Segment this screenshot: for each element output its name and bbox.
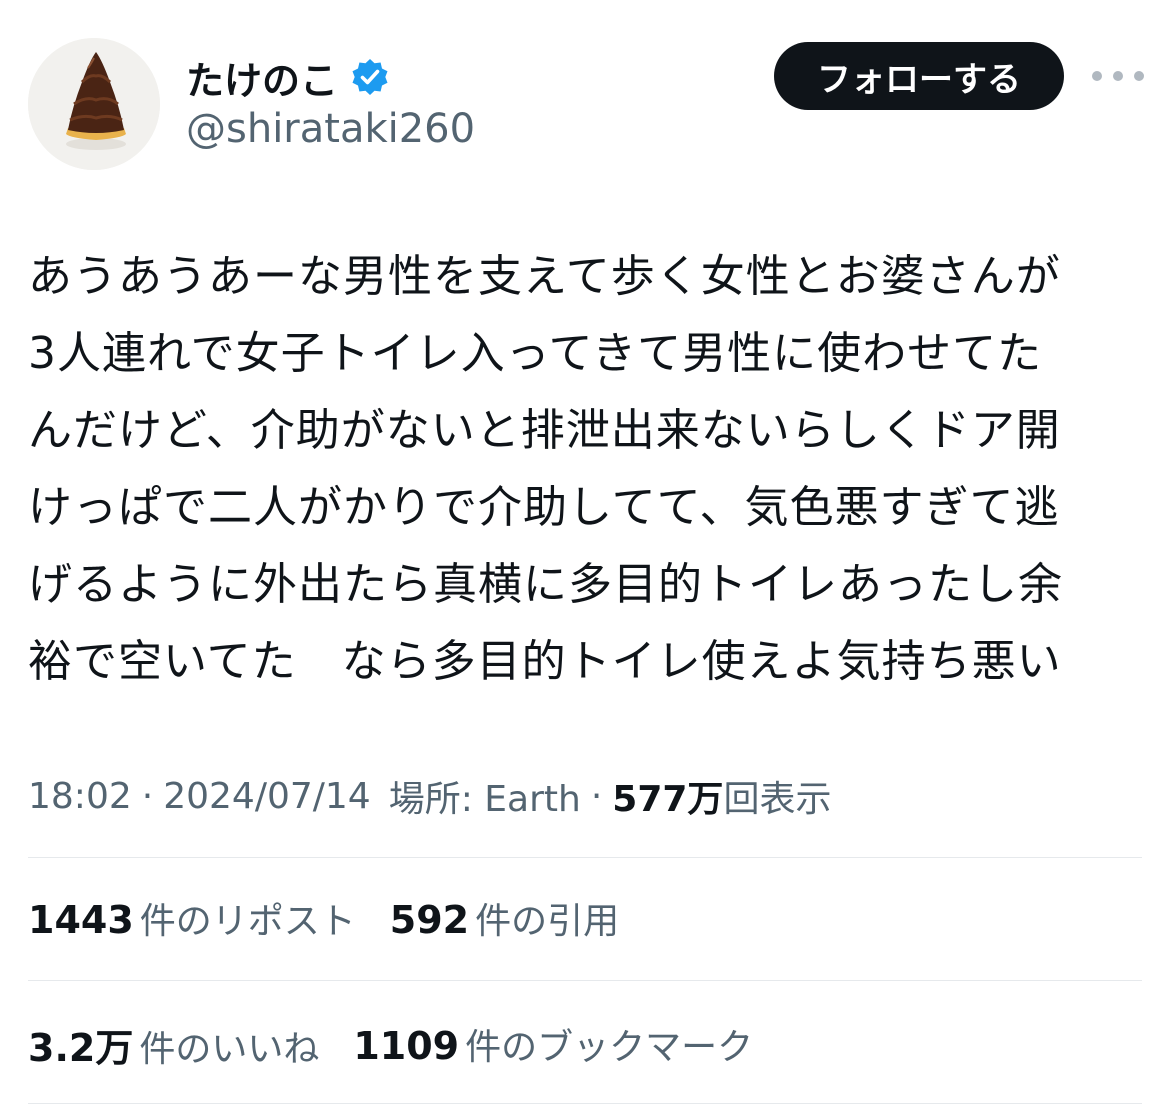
bamboo-shoot-avatar-image — [28, 38, 160, 170]
more-options-icon[interactable] — [1092, 56, 1144, 96]
reposts-label: 件のリポスト — [139, 901, 356, 942]
quotes-count: 592 — [389, 898, 470, 942]
tweet-date[interactable]: 2024/07/14 — [163, 776, 371, 817]
reposts-stat[interactable]: 1443 件のリポスト — [28, 892, 356, 944]
tweet-line: けっぱで二人がかりで介助してて、気色悪すぎて逃 — [28, 482, 1060, 533]
tweet-line: げるように外出たら真横に多目的トイレあったし余 — [28, 559, 1063, 610]
tweet-location: 場所: Earth — [388, 779, 581, 820]
reposts-count: 1443 — [28, 898, 134, 942]
tweet-line: 裕で空いてた なら多目的トイレ使えよ気持ち悪い — [28, 636, 1062, 687]
follow-button[interactable]: フォローする — [774, 42, 1064, 110]
meta-separator: · — [141, 775, 154, 817]
tweet-line: 3人連れで女子トイレ入ってきて男性に使わせてた — [28, 328, 1043, 379]
bookmarks-label: 件のブックマーク — [465, 1027, 754, 1068]
tweet-line: あうあうあーな男性を支えて歩く女性とお婆さんが — [28, 251, 1061, 302]
bookmarks-stat[interactable]: 1109 件のブックマーク — [353, 1018, 753, 1070]
likes-label: 件のいいね — [139, 1028, 320, 1070]
stats-row-likes-bookmarks: 3.2万 件のいいね 1109 件のブックマーク — [28, 1014, 787, 1074]
bookmarks-count: 1109 — [353, 1024, 460, 1068]
tweet-time[interactable]: 18:02 — [28, 776, 132, 817]
more-dot — [1113, 71, 1123, 81]
views-count: 577万 — [612, 779, 724, 820]
likes-count: 3.2万 — [28, 1025, 134, 1070]
tweet-text: あうあうあーな男性を支えて歩く女性とお婆さんが 3人連れで女子トイレ入ってきて男… — [28, 238, 1138, 700]
likes-stat[interactable]: 3.2万 件のいいね — [28, 1017, 319, 1072]
handle[interactable]: @shirataki260 — [186, 106, 475, 152]
tweet-header: たけのこ @shirataki260 フォローする — [0, 0, 1170, 190]
stats-row-reposts-quotes: 1443 件のリポスト 592 件の引用 — [28, 888, 653, 948]
views-label: 回表示 — [723, 779, 832, 820]
divider — [28, 1103, 1142, 1104]
quotes-label: 件の引用 — [475, 901, 620, 942]
more-dot — [1092, 71, 1102, 81]
quotes-stat[interactable]: 592 件の引用 — [390, 892, 619, 944]
avatar[interactable] — [28, 38, 160, 170]
divider — [28, 980, 1142, 981]
divider — [28, 857, 1142, 858]
display-name[interactable]: たけのこ — [186, 50, 338, 105]
name-row: たけのこ — [186, 50, 390, 104]
tweet-line: んだけど、介助がないと排泄出来ないらしくドア開 — [28, 405, 1061, 456]
tweet-meta: 18:02 · 2024/07/14 場所: Earth · 577万 回表示 — [28, 770, 831, 822]
meta-separator: · — [590, 775, 603, 817]
more-dot — [1134, 71, 1144, 81]
verified-badge-icon — [350, 57, 390, 97]
